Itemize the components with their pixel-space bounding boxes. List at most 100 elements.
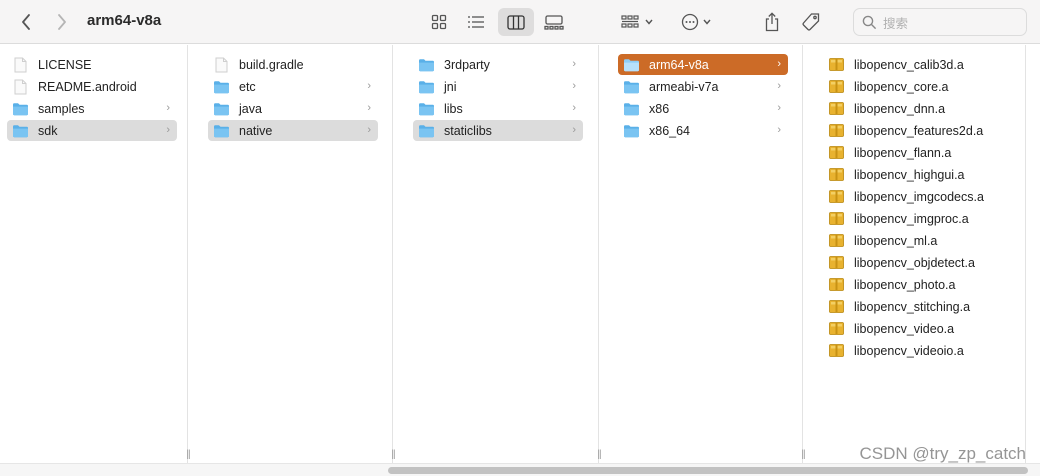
list-item-label: native: [239, 123, 273, 138]
folder-icon-wrap: [623, 124, 640, 138]
list-item[interactable]: arm64-v8a ›: [618, 54, 788, 75]
gallery-view-button[interactable]: [541, 8, 567, 36]
archive-icon-wrap: [828, 300, 845, 314]
list-item[interactable]: libopencv_ml.a: [823, 230, 1013, 251]
gallery-icon: [544, 14, 564, 30]
list-item-label: README.android: [38, 79, 137, 94]
icon-view-button[interactable]: [425, 8, 453, 36]
column-resize-handle[interactable]: ||: [180, 449, 196, 460]
action-menu-button[interactable]: [677, 8, 715, 36]
list-item[interactable]: libopencv_objdetect.a: [823, 252, 1013, 273]
list-item-label: libopencv_photo.a: [854, 277, 956, 292]
list-item[interactable]: libopencv_calib3d.a: [823, 54, 1013, 75]
file-icon: [14, 57, 27, 72]
grid-icon: [431, 14, 447, 30]
chevron-right-icon: ›: [166, 102, 170, 114]
folder-icon: [419, 58, 434, 71]
column-2[interactable]: || build.gradle etc › java › native ›: [201, 45, 396, 463]
chevron-right-icon: ›: [777, 58, 781, 70]
scrollbar-thumb[interactable]: [388, 467, 1028, 474]
list-item[interactable]: samples ›: [7, 98, 177, 119]
list-item-label: libopencv_dnn.a: [854, 101, 946, 116]
archive-icon-wrap: [828, 146, 845, 160]
folder-icon-wrap: [418, 58, 435, 72]
chevron-right-icon: ›: [572, 124, 576, 136]
list-item[interactable]: libopencv_videoio.a: [823, 340, 1013, 361]
list-item[interactable]: build.gradle: [208, 54, 378, 75]
column-4[interactable]: || arm64-v8a › armeabi-v7a › x86 › x86_64 ›: [611, 45, 806, 463]
archive-icon: [829, 322, 844, 335]
list-item-label: samples: [38, 101, 85, 116]
list-item-label: libopencv_stitching.a: [854, 299, 971, 314]
list-item[interactable]: etc ›: [208, 76, 378, 97]
list-item[interactable]: libopencv_flann.a: [823, 142, 1013, 163]
column-resize-handle[interactable]: ||: [591, 449, 607, 460]
archive-icon-wrap: [828, 168, 845, 182]
archive-icon-wrap: [828, 322, 845, 336]
list-item[interactable]: libopencv_imgproc.a: [823, 208, 1013, 229]
chevron-right-icon: ›: [166, 124, 170, 136]
folder-icon-wrap: [623, 58, 640, 72]
folder-icon: [214, 102, 229, 115]
forward-button[interactable]: [50, 8, 74, 36]
archive-icon: [829, 80, 844, 93]
list-item[interactable]: java ›: [208, 98, 378, 119]
list-item[interactable]: x86 ›: [618, 98, 788, 119]
column-1[interactable]: || LICENSE README.android samples › sdk ›: [0, 45, 191, 463]
horizontal-scrollbar[interactable]: [0, 463, 1040, 476]
archive-icon-wrap: [828, 58, 845, 72]
list-item[interactable]: libs ›: [413, 98, 583, 119]
list-item[interactable]: jni ›: [413, 76, 583, 97]
list-item[interactable]: README.android: [7, 76, 177, 97]
list-item-label: libopencv_core.a: [854, 79, 949, 94]
list-item[interactable]: libopencv_imgcodecs.a: [823, 186, 1013, 207]
archive-icon: [829, 344, 844, 357]
folder-icon-wrap: [213, 80, 230, 94]
column-resize-handle[interactable]: ||: [795, 449, 811, 460]
chevron-right-icon: ›: [777, 124, 781, 136]
column-resize-handle[interactable]: ||: [385, 449, 401, 460]
list-item-label: java: [239, 101, 262, 116]
list-item[interactable]: LICENSE: [7, 54, 177, 75]
list-item[interactable]: libopencv_highgui.a: [823, 164, 1013, 185]
archive-icon-wrap: [828, 344, 845, 358]
archive-icon: [829, 212, 844, 225]
file-icon-wrap: [213, 57, 230, 72]
watermark: CSDN @try_zp_catch: [859, 444, 1026, 463]
column-3[interactable]: || 3rdparty › jni › libs › staticlibs ›: [406, 45, 602, 463]
list-item[interactable]: libopencv_stitching.a: [823, 296, 1013, 317]
folder-icon-wrap: [418, 102, 435, 116]
group-menu-button[interactable]: [617, 8, 657, 36]
list-item[interactable]: libopencv_core.a: [823, 76, 1013, 97]
archive-icon: [829, 300, 844, 313]
list-item[interactable]: staticlibs ›: [413, 120, 583, 141]
list-item[interactable]: 3rdparty ›: [413, 54, 583, 75]
list-item[interactable]: x86_64 ›: [618, 120, 788, 141]
folder-icon: [624, 80, 639, 93]
column-view-button[interactable]: [498, 8, 534, 36]
share-button[interactable]: [760, 8, 784, 36]
folder-icon: [214, 124, 229, 137]
chevron-right-icon: ›: [777, 102, 781, 114]
back-button[interactable]: [14, 8, 38, 36]
list-item[interactable]: libopencv_features2d.a: [823, 120, 1013, 141]
toolbar: arm64-v8a 搜索: [0, 0, 1040, 44]
archive-icon-wrap: [828, 212, 845, 226]
list-item[interactable]: native ›: [208, 120, 378, 141]
folder-icon-wrap: [12, 124, 29, 138]
column-5[interactable]: libopencv_calib3d.a libopencv_core.alibop…: [816, 45, 1026, 463]
list-item[interactable]: armeabi-v7a ›: [618, 76, 788, 97]
list-item-label: sdk: [38, 123, 58, 138]
list-item[interactable]: libopencv_video.a: [823, 318, 1013, 339]
folder-icon: [419, 80, 434, 93]
archive-icon: [829, 190, 844, 203]
tags-button[interactable]: [798, 8, 824, 36]
archive-icon: [829, 234, 844, 247]
list-item[interactable]: libopencv_photo.a: [823, 274, 1013, 295]
list-item[interactable]: libopencv_dnn.a: [823, 98, 1013, 119]
chevron-right-icon: ›: [367, 102, 371, 114]
search-field[interactable]: 搜索: [853, 8, 1027, 36]
list-view-button[interactable]: [462, 8, 490, 36]
archive-icon-wrap: [828, 80, 845, 94]
list-item[interactable]: sdk ›: [7, 120, 177, 141]
